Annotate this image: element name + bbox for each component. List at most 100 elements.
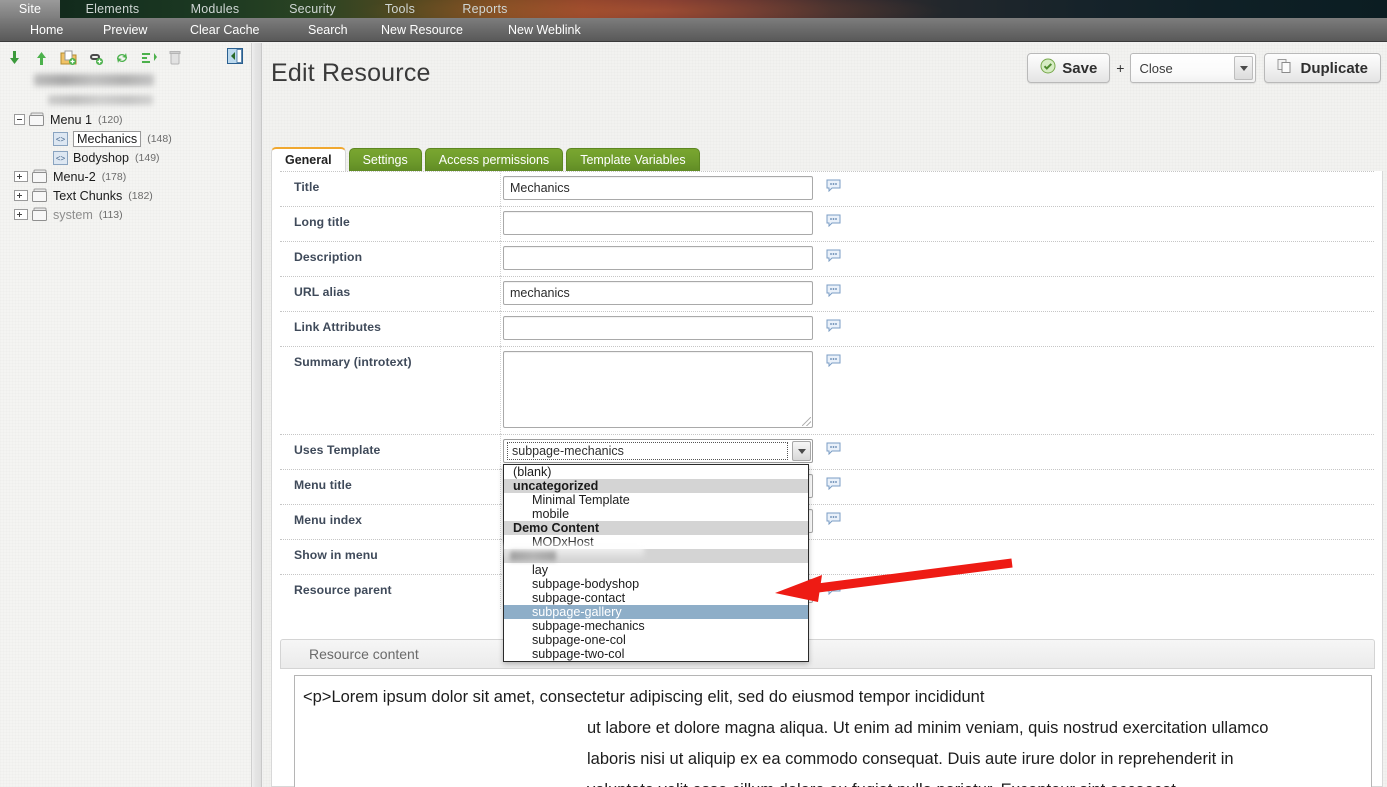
topnav-item-tools[interactable]: Tools (360, 0, 440, 18)
folder-icon (32, 169, 48, 184)
chevron-down-icon[interactable] (1234, 56, 1253, 80)
duplicate-button[interactable]: Duplicate (1264, 53, 1381, 83)
template-dropdown-list[interactable]: (blank)uncategorizedMinimal Templatemobi… (503, 464, 809, 662)
help-bubble-icon[interactable] (826, 442, 841, 455)
save-label: Save (1062, 60, 1097, 77)
save-button[interactable]: Save (1027, 53, 1110, 83)
folder-icon (29, 112, 45, 127)
subnav-item-new-weblink[interactable]: New Weblink (490, 18, 599, 42)
resource-tree-panel: Menu 1 (120) <>Mechanics(148)<>Bodyshop(14… (0, 43, 252, 787)
panel-splitter[interactable] (252, 43, 262, 787)
subnav-item-clear-cache[interactable]: Clear Cache (172, 18, 277, 42)
form-row-url-alias: URL alias mechanics (272, 276, 1382, 311)
field-input[interactable] (503, 211, 813, 235)
field-label: Uses Template (294, 443, 380, 457)
dropdown-option-blank[interactable]: (blank) (504, 465, 808, 479)
help-bubble-icon[interactable] (826, 249, 841, 262)
help-bubble-icon[interactable] (826, 284, 841, 297)
field-label: URL alias (294, 285, 350, 299)
tree-item-text-chunks[interactable]: Text Chunks(182) (4, 186, 251, 205)
expand-all-icon[interactable] (6, 50, 22, 66)
top-navigation-bar: SiteElementsModulesSecurityToolsReports (0, 0, 1387, 18)
tree-item-redacted[interactable] (4, 70, 251, 90)
help-bubble-icon[interactable] (826, 179, 841, 192)
topnav-item-modules[interactable]: Modules (165, 0, 265, 18)
resize-grip[interactable] (802, 417, 811, 426)
modx-manager-window: SiteElementsModulesSecurityToolsReports … (0, 0, 1387, 787)
field-input[interactable] (503, 246, 813, 270)
new-weblink-icon[interactable] (87, 50, 103, 66)
help-bubble-icon[interactable] (826, 214, 841, 227)
row-divider (280, 539, 1374, 540)
topnav-item-reports[interactable]: Reports (440, 0, 530, 18)
help-bubble-icon[interactable] (826, 582, 841, 595)
topnav-item-site[interactable]: Site (0, 0, 60, 18)
topnav-item-elements[interactable]: Elements (60, 0, 165, 18)
chevron-down-icon[interactable] (792, 441, 811, 461)
help-bubble-icon[interactable] (826, 477, 841, 490)
tab-settings[interactable]: Settings (349, 148, 422, 172)
resource-content-textarea[interactable]: <p>Lorem ipsum dolor sit amet, consectet… (294, 675, 1372, 787)
resource-tabs: GeneralSettingsAccess permissionsTemplat… (271, 147, 703, 172)
dropdown-category-redacted (504, 549, 808, 563)
field-input[interactable]: mechanics (503, 281, 813, 305)
subnav-item-home[interactable]: Home (12, 18, 81, 42)
tree-item-label: Menu 1 (50, 113, 92, 127)
dropdown-option-lay[interactable]: lay (504, 563, 808, 577)
field-textarea[interactable] (503, 351, 813, 428)
tree-item-system[interactable]: system(113) (4, 205, 251, 224)
column-divider (500, 469, 501, 504)
tree-item-menu-1[interactable]: Menu 1 (120) (4, 110, 251, 129)
row-divider (280, 206, 1374, 207)
collapse-node-icon[interactable] (14, 114, 25, 125)
tab-general[interactable]: General (271, 147, 346, 172)
tab-template-variables[interactable]: Template Variables (566, 148, 699, 172)
dropdown-option-subpage-contact[interactable]: subpage-contact (504, 591, 808, 605)
row-divider (280, 241, 1374, 242)
sort-icon[interactable] (141, 50, 157, 66)
collapse-all-icon[interactable] (33, 50, 49, 66)
new-document-icon[interactable] (60, 50, 76, 66)
subnav-item-search[interactable]: Search (290, 18, 366, 42)
help-bubble-icon[interactable] (826, 354, 841, 367)
template-combo[interactable]: subpage-mechanics (503, 439, 813, 463)
duplicate-label: Duplicate (1300, 60, 1368, 77)
tree-item-bodyshop[interactable]: <>Bodyshop(149) (4, 148, 251, 167)
refresh-icon[interactable] (114, 50, 130, 66)
tree-item-redacted[interactable] (4, 90, 251, 110)
dropdown-category-demo-content: Demo Content (504, 521, 808, 535)
tab-access-permissions[interactable]: Access permissions (425, 148, 563, 172)
dropdown-option-subpage-two-col[interactable]: subpage-two-col (504, 647, 808, 661)
tree-item-count: (182) (128, 190, 153, 202)
tree-item-mechanics[interactable]: <>Mechanics(148) (4, 129, 251, 148)
expand-node-icon[interactable] (14, 209, 28, 220)
field-input[interactable] (503, 316, 813, 340)
expand-node-icon[interactable] (14, 190, 28, 201)
secondary-navigation-bar: HomePreview Clear Cache SearchNew Resource… (0, 18, 1387, 42)
tree-item-menu-2[interactable]: Menu-2(178) (4, 167, 251, 186)
dropdown-option-minimal-template[interactable]: Minimal Template (504, 493, 808, 507)
dropdown-option-subpage-bodyshop[interactable]: subpage-bodyshop (504, 577, 808, 591)
tree-item-count: (120) (98, 114, 123, 126)
field-label: Long title (294, 215, 350, 229)
collapse-panel-icon[interactable] (227, 48, 243, 64)
field-input[interactable]: Mechanics (503, 176, 813, 200)
expand-node-icon[interactable] (14, 171, 28, 182)
help-bubble-icon[interactable] (826, 512, 841, 525)
help-bubble-icon[interactable] (826, 319, 841, 332)
dropdown-option-subpage-one-col[interactable]: subpage-one-col (504, 633, 808, 647)
column-divider (500, 311, 501, 346)
row-divider (280, 574, 1374, 575)
form-row-resource-parent: Resource parent (272, 574, 1382, 609)
close-action-select[interactable]: Close (1130, 53, 1256, 83)
dropdown-option-subpage-gallery[interactable]: subpage-gallery (504, 605, 808, 619)
column-divider (500, 434, 501, 469)
subnav-item-preview[interactable]: Preview (85, 18, 165, 42)
form-row-menu-title: Menu title (272, 469, 1382, 504)
dropdown-option-subpage-mechanics[interactable]: subpage-mechanics (504, 619, 808, 633)
topnav-item-security[interactable]: Security (265, 0, 360, 18)
subnav-item-new-resource[interactable]: New Resource (363, 18, 481, 42)
dropdown-option-mobile[interactable]: mobile (504, 507, 808, 521)
close-action-value: Close (1139, 61, 1172, 76)
content-line-2: ut labore et dolore magna aliqua. Ut eni… (303, 713, 1363, 744)
